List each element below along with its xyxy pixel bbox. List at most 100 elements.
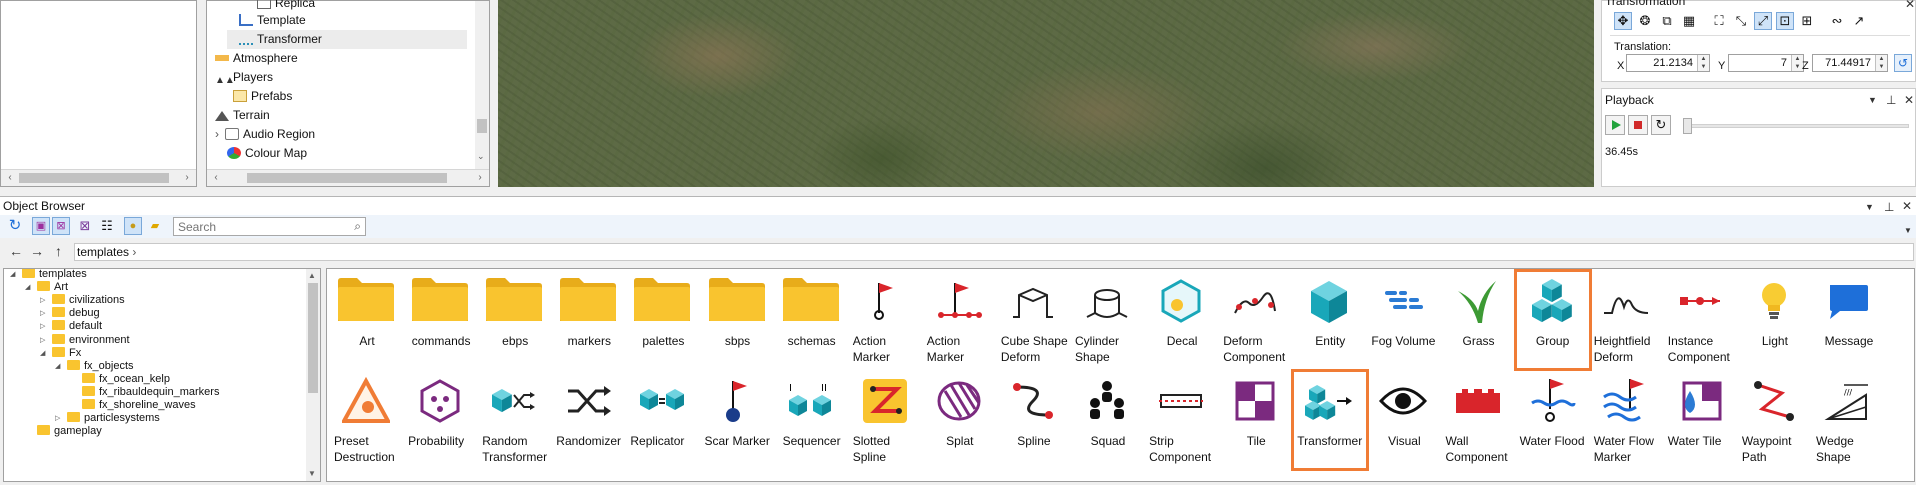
expanded-arrow-icon[interactable]: ◢ xyxy=(40,347,52,361)
object-item-cube-shape-deform[interactable]: Cube Shape Deform xyxy=(997,271,1069,369)
close-icon[interactable]: ✕ xyxy=(1902,200,1912,212)
object-item-deform-component[interactable]: Deform Component xyxy=(1219,271,1291,369)
tree-item-audio-region[interactable]: › Audio Region xyxy=(215,125,315,144)
breadcrumb[interactable]: templates › xyxy=(74,243,1914,261)
folder-tree-item[interactable]: ◢ fx_objects xyxy=(55,359,134,373)
folder-tree-item[interactable]: ▷ environment xyxy=(40,333,130,347)
translation-z-input[interactable]: 71.44917 ▲ ▼ xyxy=(1812,54,1888,72)
object-item-wall-component[interactable]: Wall Component xyxy=(1442,371,1514,469)
stop-icon[interactable] xyxy=(1628,115,1648,135)
scroll-right-arrow[interactable]: › xyxy=(473,171,487,185)
slider-thumb[interactable] xyxy=(1683,118,1692,134)
folder-tree-vscroll[interactable]: ▲ ▼ xyxy=(306,269,320,481)
tree-item-transformer[interactable]: Transformer xyxy=(227,30,467,49)
folder-tree-item[interactable]: ▷ debug xyxy=(40,306,100,320)
object-item-tile[interactable]: Tile xyxy=(1219,371,1291,469)
translation-y-input[interactable]: 7 ▲ ▼ xyxy=(1728,54,1804,72)
loop-icon[interactable]: ↻ xyxy=(1651,115,1671,135)
search-icon[interactable]: ⌕ xyxy=(354,219,361,234)
pivot-icon[interactable]: ⊡ xyxy=(1776,12,1794,30)
folder-tree-item[interactable]: ▷ particlesystems xyxy=(55,411,160,425)
object-item-art[interactable]: Art xyxy=(330,271,402,369)
folder-tree-item[interactable]: fx_ribauldequin_markers xyxy=(70,385,219,399)
search-input[interactable] xyxy=(174,218,344,235)
object-item-strip-component[interactable]: Strip Component xyxy=(1145,371,1217,469)
object-item-grass[interactable]: Grass xyxy=(1442,271,1514,369)
refresh-icon[interactable]: ↻ xyxy=(6,217,24,235)
object-item-palettes[interactable]: palettes xyxy=(626,271,698,369)
reset-transform-icon[interactable]: ↺ xyxy=(1894,54,1912,72)
z-spinner[interactable]: ▲ ▼ xyxy=(1875,55,1887,71)
object-item-decal[interactable]: Decal xyxy=(1145,271,1217,369)
object-item-water-flow-marker[interactable]: Water Flow Marker xyxy=(1590,371,1662,469)
x-spinner[interactable]: ▲ ▼ xyxy=(1697,55,1709,71)
world-axis-icon[interactable]: ⤢ xyxy=(1754,12,1772,30)
object-item-squad[interactable]: Squad xyxy=(1071,371,1143,469)
object-item-randomizer[interactable]: Randomizer xyxy=(552,371,624,469)
translation-x-input[interactable]: 21.2134 ▲ ▼ xyxy=(1626,54,1710,72)
expanded-arrow-icon[interactable]: ◢ xyxy=(25,281,37,295)
breadcrumb-chevron-icon[interactable]: › xyxy=(132,245,136,259)
folder-tree-item[interactable]: ▷ civilizations xyxy=(40,293,125,307)
play-icon[interactable] xyxy=(1605,115,1625,135)
snap-tool-icon[interactable]: ⛶ xyxy=(1710,12,1728,30)
local-axis-icon[interactable]: ⤡ xyxy=(1732,12,1750,30)
object-item-commands[interactable]: commands xyxy=(404,271,476,369)
object-item-splat[interactable]: Splat xyxy=(923,371,995,469)
tree-item-prefabs[interactable]: Prefabs xyxy=(233,87,292,106)
folder-tree-item[interactable]: ◢ Art xyxy=(25,280,68,294)
object-item-ebps[interactable]: ebps xyxy=(478,271,550,369)
left-panel-hscroll[interactable]: ‹ › xyxy=(1,169,196,186)
scale-tool-icon[interactable]: ⧉ xyxy=(1658,12,1676,30)
folder-tree-item[interactable]: ▷ default xyxy=(40,319,102,333)
pin-icon[interactable]: ⊥ xyxy=(1886,94,1896,106)
filter-c-icon[interactable]: ⊠ xyxy=(76,217,94,235)
object-item-action-marker[interactable]: Action Marker xyxy=(849,271,921,369)
object-item-entity[interactable]: Entity xyxy=(1293,271,1365,369)
object-item-water-flood[interactable]: Water Flood xyxy=(1516,371,1588,469)
object-item-water-tile[interactable]: Water Tile xyxy=(1664,371,1736,469)
object-item-light[interactable]: Light xyxy=(1738,271,1810,369)
rotate-tool-icon[interactable]: ❂ xyxy=(1636,12,1654,30)
tree-item-players[interactable]: ▲▲Players xyxy=(215,68,273,87)
playback-slider[interactable] xyxy=(1683,118,1909,134)
tree-item-atmosphere[interactable]: Atmosphere xyxy=(215,49,298,68)
object-item-wedge-shape[interactable]: /// Wedge Shape xyxy=(1812,371,1884,469)
expand-chevron-icon[interactable]: › xyxy=(215,125,225,144)
object-item-message[interactable]: Message xyxy=(1812,271,1884,369)
object-item-instance-component[interactable]: Instance Component xyxy=(1664,271,1736,369)
object-item-action-marker[interactable]: Action Marker xyxy=(923,271,995,369)
up-arrow-icon[interactable]: ↑ xyxy=(55,244,62,258)
tree-item-terrain[interactable]: Terrain xyxy=(215,106,270,125)
tree-item-colour-map[interactable]: Colour Map xyxy=(227,144,307,163)
filter-a-icon[interactable]: ▣ xyxy=(32,217,50,235)
close-icon[interactable]: ✕ xyxy=(1904,94,1914,106)
breadcrumb-templates[interactable]: templates xyxy=(77,245,129,259)
expand-icon[interactable]: ↗ xyxy=(1850,12,1868,30)
folder-tree-item[interactable]: fx_ocean_kelp xyxy=(70,372,170,386)
object-item-waypoint-path[interactable]: Waypoint Path xyxy=(1738,371,1810,469)
dropdown-icon[interactable]: ▼ xyxy=(1868,94,1877,106)
bounds-icon[interactable]: ⊞ xyxy=(1798,12,1816,30)
scroll-right-arrow[interactable]: › xyxy=(180,171,194,185)
object-item-preset-destruction[interactable]: Preset Destruction xyxy=(330,371,402,469)
close-icon[interactable]: ✕ xyxy=(1905,0,1915,10)
object-item-sbps[interactable]: sbps xyxy=(701,271,773,369)
folder-tree-item[interactable]: gameplay xyxy=(25,424,102,438)
move-tool-icon[interactable]: ✥ xyxy=(1614,12,1632,30)
expanded-arrow-icon[interactable]: ◢ xyxy=(55,360,67,374)
grid-tool-icon[interactable]: ▦ xyxy=(1680,12,1698,30)
overflow-icon[interactable]: ▼ xyxy=(1904,225,1912,237)
scene-tree-hscroll[interactable]: ‹ › xyxy=(207,169,489,186)
scene-viewport[interactable] xyxy=(498,0,1594,187)
pin-icon[interactable]: ⊥ xyxy=(1884,201,1894,213)
object-item-heightfield-deform[interactable]: Heightfield Deform xyxy=(1590,271,1662,369)
tree-item-template[interactable]: Template xyxy=(239,11,306,30)
object-item-fog-volume[interactable]: Fog Volume xyxy=(1367,271,1439,369)
object-item-schemas[interactable]: schemas xyxy=(775,271,847,369)
object-item-visual[interactable]: Visual xyxy=(1367,371,1439,469)
scroll-left-arrow[interactable]: ‹ xyxy=(209,171,223,185)
object-item-replicator[interactable]: Replicator xyxy=(626,371,698,469)
object-item-sequencer[interactable]: I II Sequencer xyxy=(775,371,847,469)
object-item-probability[interactable]: Probability xyxy=(404,371,476,469)
